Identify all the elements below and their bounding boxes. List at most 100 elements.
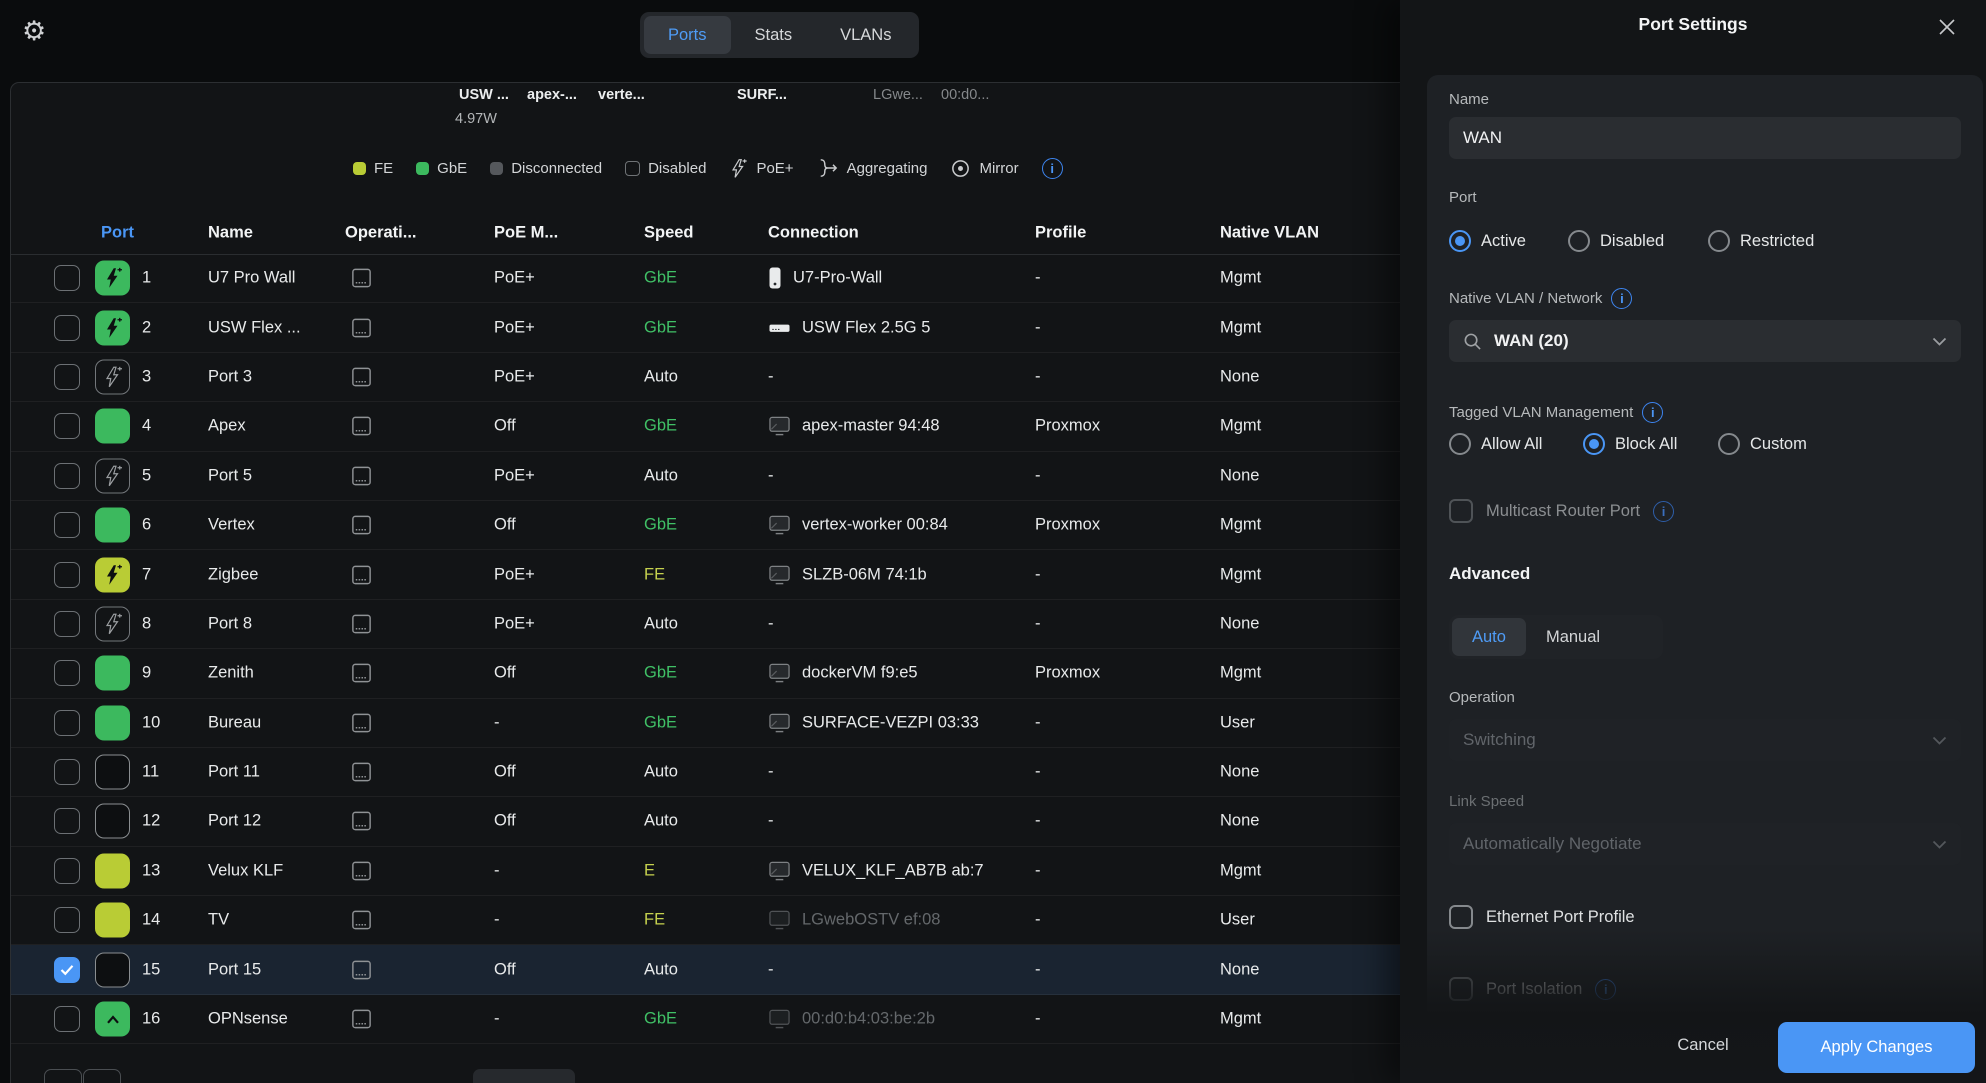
row-checkbox[interactable] [54, 1006, 80, 1032]
tagged-vlan-radio-group: Allow All Block All Custom [1427, 433, 1983, 457]
row-checkbox[interactable] [54, 413, 80, 439]
table-row[interactable]: 13Velux KLF-EVELUX_KLF_AB7B ab:7-Mgmt [11, 847, 1401, 896]
table-row[interactable]: 1U7 Pro WallPoE+GbEU7-Pro-Wall-Mgmt [11, 254, 1401, 303]
radio-option-disabled[interactable]: Disabled [1568, 230, 1664, 252]
port-name: Bureau [208, 713, 261, 732]
port-status-icon-off [95, 804, 130, 839]
table-row[interactable]: 4ApexOffGbEapex-master 94:48ProxmoxMgmt [11, 402, 1401, 451]
link-speed-select: Automatically Negotiate [1449, 823, 1961, 865]
port-isolation-checkbox[interactable]: Port Isolation i [1449, 977, 1616, 1001]
radio-option-restricted[interactable]: Restricted [1708, 230, 1814, 252]
table-row[interactable]: 3Port 3PoE+Auto--None [11, 353, 1401, 402]
connection: - [768, 367, 774, 386]
table-row[interactable]: 15Port 15OffAuto--None [11, 945, 1401, 994]
pagination-page-button[interactable] [473, 1069, 575, 1083]
column-header-name[interactable]: Name [208, 223, 253, 242]
column-header-port[interactable]: Port [101, 223, 134, 242]
connection: LGwebOSTV ef:08 [768, 910, 941, 931]
row-checkbox[interactable] [54, 660, 80, 686]
column-header-nativevlan[interactable]: Native VLAN [1220, 223, 1319, 242]
pagination-prev-button[interactable] [44, 1069, 82, 1083]
row-checkbox[interactable] [54, 710, 80, 736]
info-icon[interactable]: i [1042, 158, 1063, 179]
row-checkbox[interactable] [54, 858, 80, 884]
connection: - [768, 763, 774, 782]
table-row[interactable]: 2USW Flex ...PoE+GbEUSW Flex 2.5G 5-Mgmt [11, 303, 1401, 352]
table-row[interactable]: 6VertexOffGbEvertex-worker 00:84ProxmoxM… [11, 501, 1401, 550]
column-header-profile[interactable]: Profile [1035, 223, 1086, 242]
column-header-operati[interactable]: Operati... [345, 223, 417, 242]
radio-option-custom[interactable]: Custom [1718, 433, 1807, 455]
port-status-icon-uplink [95, 1002, 130, 1037]
tab-ports[interactable]: Ports [644, 16, 731, 54]
legend-item: Aggregating [817, 158, 928, 178]
port-status-icon-green [95, 656, 130, 691]
connection: apex-master 94:48 [768, 416, 940, 437]
native-vlan-select[interactable]: WAN (20) [1449, 320, 1961, 362]
table-row[interactable]: 12Port 12OffAuto--None [11, 797, 1401, 846]
segment-manual[interactable]: Manual [1526, 618, 1620, 656]
table-row[interactable]: 5Port 5PoE+Auto--None [11, 452, 1401, 501]
speed: Auto [644, 763, 678, 782]
table-row[interactable]: 14TV-FELGwebOSTV ef:08-User [11, 896, 1401, 945]
row-checkbox[interactable] [54, 512, 80, 538]
connection-text: apex-master 94:48 [802, 417, 940, 436]
device-label: 00:d0... [941, 87, 989, 103]
segment-auto[interactable]: Auto [1452, 618, 1526, 656]
poe-mode: PoE+ [494, 614, 535, 633]
row-checkbox[interactable] [54, 562, 80, 588]
row-checkbox[interactable] [54, 611, 80, 637]
column-header-poem[interactable]: PoE M... [494, 223, 558, 242]
table-header-row: Port Name Operati... PoE M... Speed Connectio… [11, 211, 1401, 255]
table-row[interactable]: 16OPNsense-GbE00:d0:b4:03:be:2b-Mgmt [11, 995, 1401, 1044]
multicast-router-port-checkbox: Multicast Router Port i [1449, 499, 1674, 523]
disconnected-swatch [490, 162, 503, 175]
row-checkbox[interactable] [54, 957, 80, 983]
port-number: 15 [142, 960, 160, 979]
row-checkbox[interactable] [54, 759, 80, 785]
column-header-speed[interactable]: Speed [644, 223, 694, 242]
poe-mode: Off [494, 417, 516, 436]
native-vlan: Mgmt [1220, 417, 1261, 436]
radio-circle [1708, 230, 1730, 252]
name-input[interactable]: WAN [1449, 117, 1961, 159]
port-name: TV [208, 911, 229, 930]
table-row[interactable]: 11Port 11OffAuto--None [11, 748, 1401, 797]
row-checkbox[interactable] [54, 364, 80, 390]
search-icon [1463, 332, 1482, 351]
row-checkbox[interactable] [54, 265, 80, 291]
table-row[interactable]: 7ZigbeePoE+FESLZB-06M 74:1b-Mgmt [11, 550, 1401, 599]
radio-option-allow-all[interactable]: Allow All [1449, 433, 1542, 455]
pagination-next-button[interactable] [83, 1069, 121, 1083]
radio-option-block-all[interactable]: Block All [1583, 433, 1677, 455]
speed: GbE [644, 417, 677, 436]
table-row[interactable]: 8Port 8PoE+Auto--None [11, 600, 1401, 649]
poe-mode: - [494, 1010, 500, 1029]
device-label: LGwe... [873, 87, 923, 103]
profile: - [1035, 318, 1041, 337]
connection-text: SURFACE-VEZPI 03:33 [802, 713, 979, 732]
row-checkbox[interactable] [54, 315, 80, 341]
info-icon[interactable]: i [1611, 288, 1632, 309]
row-checkbox[interactable] [54, 808, 80, 834]
speed: Auto [644, 812, 678, 831]
table-row[interactable]: 10Bureau-GbESURFACE-VEZPI 03:33-User [11, 699, 1401, 748]
port-number: 2 [142, 318, 151, 337]
operation-label: Operation [1449, 689, 1515, 706]
row-checkbox[interactable] [54, 463, 80, 489]
tab-vlans[interactable]: VLANs [816, 16, 915, 54]
close-icon[interactable] [1936, 16, 1958, 38]
info-icon[interactable]: i [1642, 402, 1663, 423]
row-checkbox[interactable] [54, 907, 80, 933]
link-speed-label: Link Speed [1449, 793, 1524, 810]
ethernet-port-profile-checkbox[interactable]: Ethernet Port Profile [1449, 905, 1635, 929]
apply-changes-button[interactable]: Apply Changes [1778, 1022, 1975, 1073]
cancel-button[interactable]: Cancel [1648, 1036, 1758, 1055]
settings-gear-icon[interactable]: ⚙ [22, 16, 46, 47]
poe-mode: PoE+ [494, 269, 535, 288]
port-name: Port 11 [208, 763, 260, 782]
radio-option-active[interactable]: Active [1449, 230, 1526, 252]
column-header-connection[interactable]: Connection [768, 223, 859, 242]
table-row[interactable]: 9ZenithOffGbEdockerVM f9:e5ProxmoxMgmt [11, 649, 1401, 698]
tab-stats[interactable]: Stats [731, 16, 817, 54]
